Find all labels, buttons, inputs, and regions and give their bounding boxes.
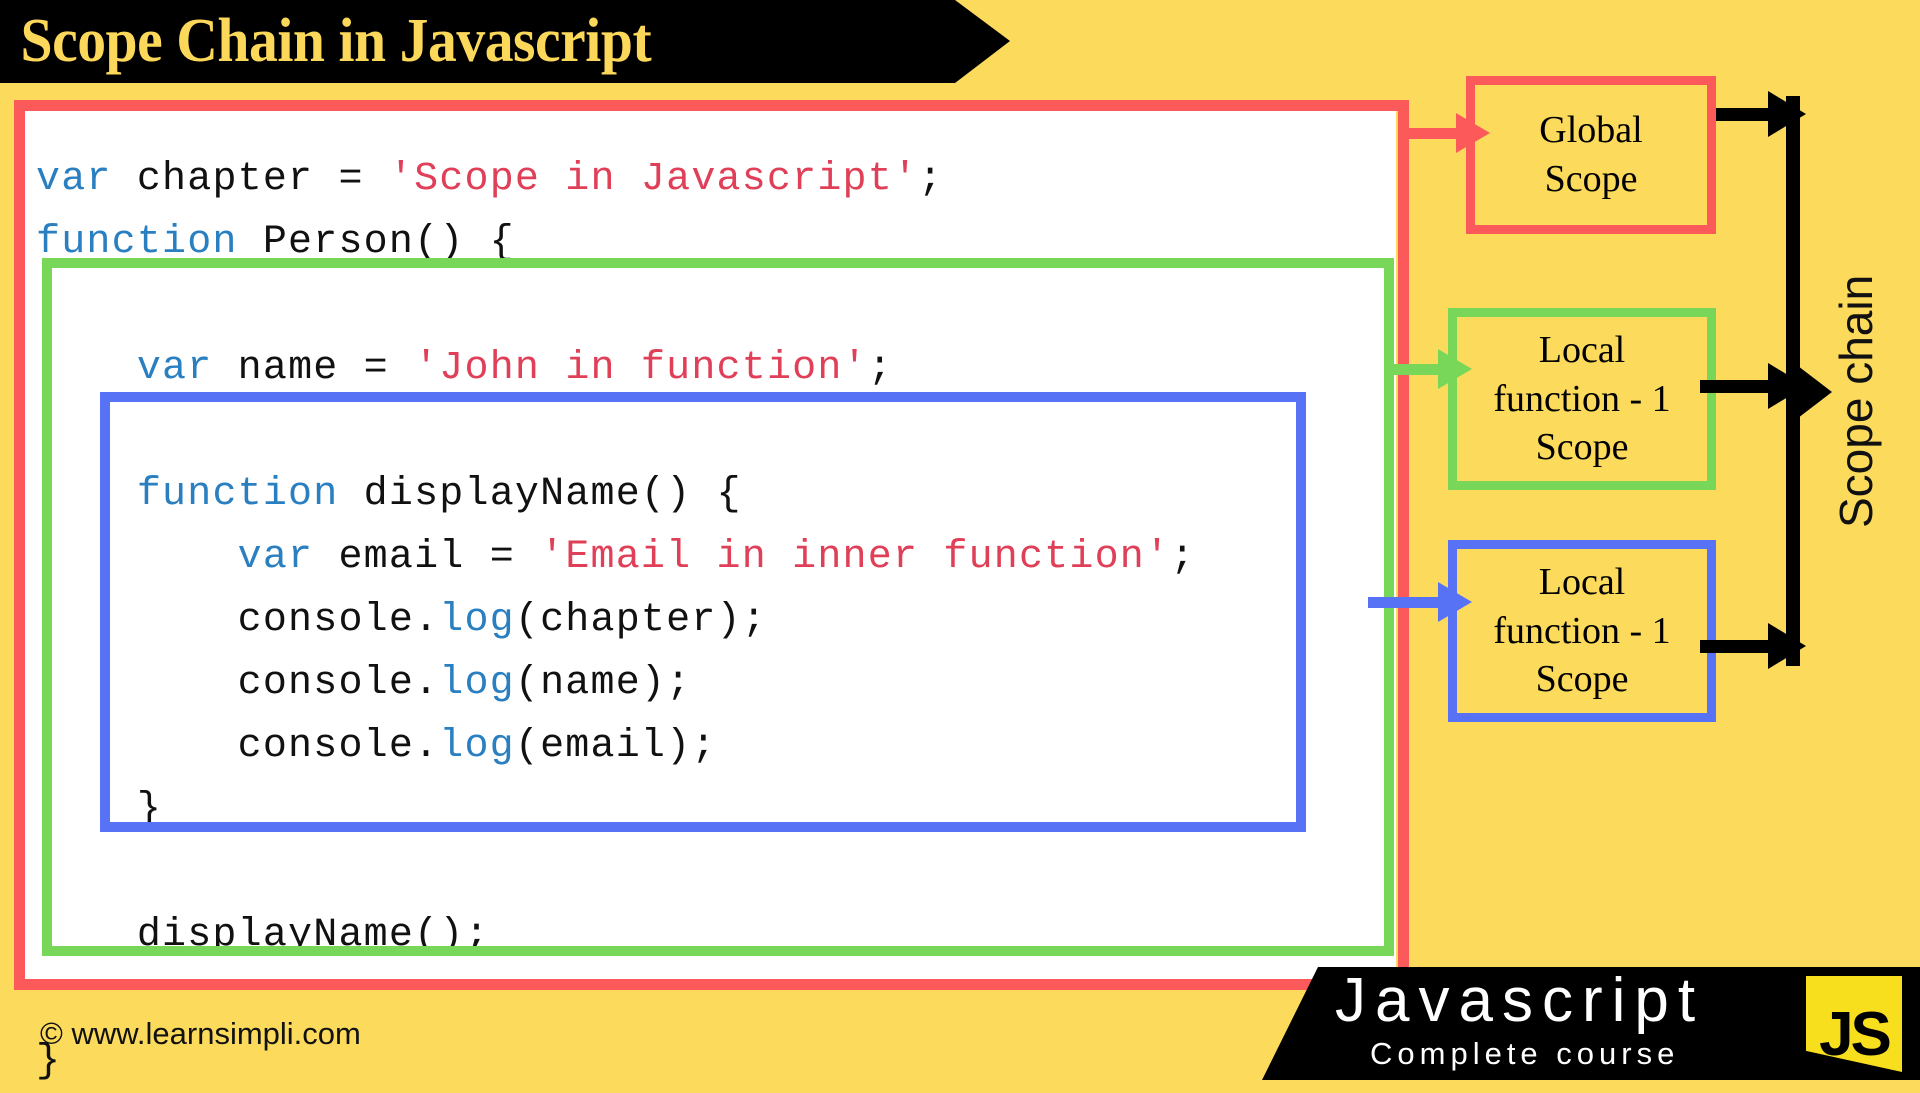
scope-box-local1-line2: function - 1 [1493, 377, 1671, 420]
scope-box-local-function-1: Local function - 1 Scope [1448, 308, 1716, 490]
scope-box-local1-line1: Local [1538, 329, 1626, 372]
local-function-2-outline [100, 392, 1306, 832]
scope-box-local-function-2: Local function - 1 Scope [1448, 540, 1716, 722]
title-banner: Scope Chain in Javascript [0, 0, 1010, 83]
scope-box-global-line1: Global [1539, 109, 1643, 152]
scope-box-local2-line3: Scope [1535, 658, 1629, 701]
scope-box-local2-line1: Local [1538, 561, 1626, 604]
scope-chain-arrow-head [1798, 366, 1832, 418]
scope-box-global: Global Scope [1466, 76, 1716, 234]
page-title: Scope Chain in Javascript [20, 7, 652, 75]
scope-box-global-line2: Scope [1544, 158, 1638, 200]
copyright-text: © www.learnsimpli.com [40, 1016, 361, 1051]
footer: © www.learnsimpli.com Javascript Complet… [0, 966, 1920, 1080]
scope-box-local1-line3: Scope [1535, 426, 1629, 469]
scope-chain-label: Scope chain [1826, 0, 1886, 528]
scope-box-local2-line2: function - 1 [1493, 609, 1671, 652]
scope-chain-label-text: Scope chain [1830, 274, 1882, 528]
footer-brand-title: Javascript [1335, 966, 1705, 1035]
footer-brand-subtitle: Complete course [1370, 1036, 1680, 1071]
